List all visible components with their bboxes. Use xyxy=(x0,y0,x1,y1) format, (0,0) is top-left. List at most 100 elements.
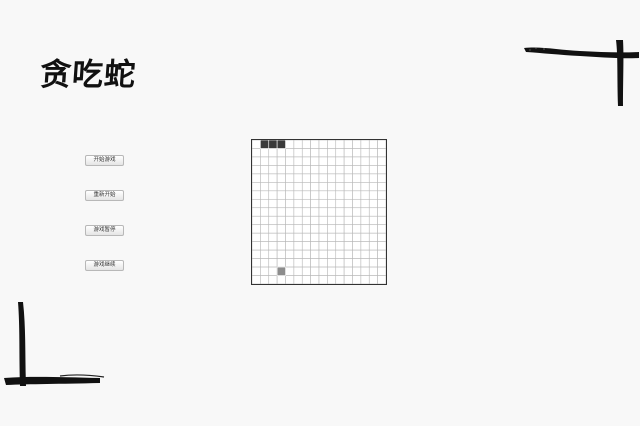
start-game-button[interactable]: 开始游戏 xyxy=(85,155,124,166)
grid-cell xyxy=(377,241,386,251)
grid-cell xyxy=(310,156,320,166)
grid-cell xyxy=(360,148,370,158)
grid-cell xyxy=(343,198,353,209)
grid-cell xyxy=(352,190,362,200)
grid-cell xyxy=(276,232,286,242)
game-screen: 贪吃蛇 开始游戏 重新开始 游戏暂停 游戏继续 xyxy=(0,0,640,426)
grid-cell xyxy=(293,148,303,158)
grid-cell xyxy=(285,198,295,209)
pause-game-button[interactable]: 游戏暂停 xyxy=(85,225,124,236)
grid-cell xyxy=(276,148,286,158)
grid-cell xyxy=(276,215,286,226)
grid-cell xyxy=(377,173,386,183)
grid-cell xyxy=(310,249,320,259)
grid-cell xyxy=(377,275,386,284)
grid-cell xyxy=(293,156,303,166)
grid-cell xyxy=(368,275,378,284)
grid-cell xyxy=(368,258,378,268)
grid-cell xyxy=(310,198,320,209)
grid-cell xyxy=(285,207,295,217)
grid-cell xyxy=(352,241,362,251)
grid-cell xyxy=(318,190,328,200)
grid-cell xyxy=(285,165,295,175)
grid-cell xyxy=(301,258,311,268)
grid-cell xyxy=(301,275,311,284)
grid-cell xyxy=(335,182,345,192)
grid-cell xyxy=(335,258,345,268)
grid-cell xyxy=(293,249,303,259)
grid-cell xyxy=(285,258,295,268)
grid-cell xyxy=(327,241,337,251)
grid-cell xyxy=(293,207,303,217)
grid-cell xyxy=(377,207,386,217)
grid-cell xyxy=(276,173,286,183)
grid-cell xyxy=(260,148,270,158)
grid-cell xyxy=(293,190,303,200)
grid-cell xyxy=(310,258,320,268)
snake-segment xyxy=(260,140,270,149)
grid-cell xyxy=(352,182,362,192)
grid-cell xyxy=(335,207,345,217)
grid-cell xyxy=(368,190,378,200)
grid-cell xyxy=(327,275,337,284)
food-block xyxy=(276,266,286,276)
grid-cell xyxy=(352,215,362,226)
grid-cell xyxy=(260,249,270,259)
grid-cell xyxy=(301,182,311,192)
grid-cell xyxy=(276,190,286,200)
grid-cell xyxy=(276,198,286,209)
grid-cell xyxy=(368,224,378,234)
grid-cell xyxy=(318,182,328,192)
grid-cell xyxy=(327,148,337,158)
grid-cell xyxy=(335,215,345,226)
grid-cell xyxy=(335,190,345,200)
grid-cell xyxy=(301,156,311,166)
grid-cell xyxy=(260,156,270,166)
grid-cell xyxy=(377,232,386,242)
restart-game-button[interactable]: 重新开始 xyxy=(85,190,124,201)
grid-cell xyxy=(377,190,386,200)
grid-cell xyxy=(318,275,328,284)
grid-cell xyxy=(327,165,337,175)
grid-cell xyxy=(260,215,270,226)
grid-cell xyxy=(327,173,337,183)
grid-cell xyxy=(335,198,345,209)
grid-cell xyxy=(260,198,270,209)
grid-cell xyxy=(360,224,370,234)
grid-cell xyxy=(335,140,345,149)
grid-cell xyxy=(260,190,270,200)
grid-cell xyxy=(368,215,378,226)
resume-game-button[interactable]: 游戏继续 xyxy=(85,260,124,271)
grid-cell xyxy=(327,266,337,276)
grid-cell xyxy=(377,224,386,234)
grid-cell xyxy=(343,215,353,226)
grid-cell xyxy=(335,275,345,284)
grid-cell xyxy=(260,173,270,183)
grid-cell xyxy=(352,266,362,276)
grid-cell xyxy=(268,182,278,192)
grid-cell xyxy=(301,266,311,276)
grid-cell xyxy=(301,190,311,200)
grid-cell xyxy=(276,241,286,251)
grid-cell xyxy=(285,148,295,158)
grid-cell xyxy=(293,173,303,183)
grid-cell xyxy=(252,241,261,251)
grid-cell xyxy=(268,224,278,234)
grid-cell xyxy=(252,224,261,234)
grid-cell xyxy=(318,249,328,259)
board-grid xyxy=(252,140,386,284)
grid-cell xyxy=(285,156,295,166)
grid-cell xyxy=(377,156,386,166)
grid-cell xyxy=(285,190,295,200)
grid-cell xyxy=(285,249,295,259)
grid-cell xyxy=(352,207,362,217)
game-board[interactable] xyxy=(251,139,387,285)
grid-cell xyxy=(335,241,345,251)
grid-cell xyxy=(252,198,261,209)
grid-cell xyxy=(301,249,311,259)
grid-cell xyxy=(252,275,261,284)
grid-cell xyxy=(368,165,378,175)
ink-brush-decoration-bottom xyxy=(4,302,105,386)
grid-cell xyxy=(335,156,345,166)
grid-cell xyxy=(335,249,345,259)
